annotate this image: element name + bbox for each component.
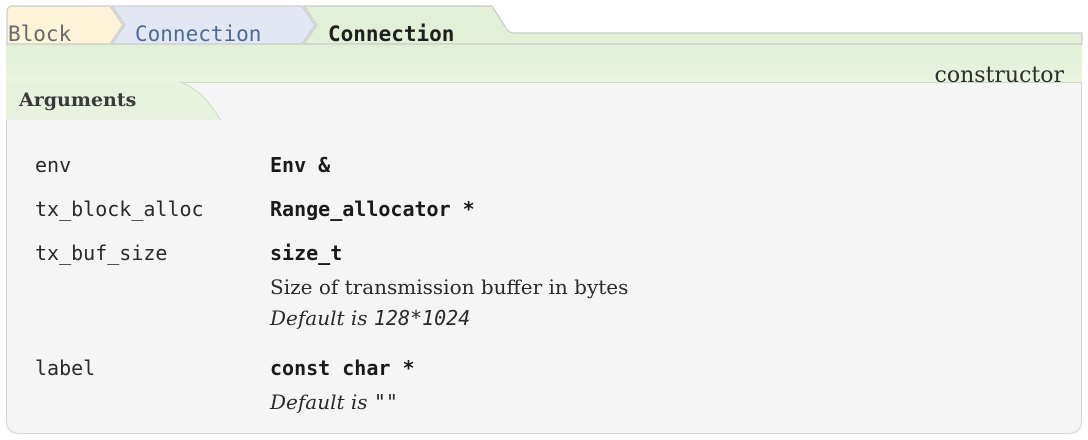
argument-type: Range_allocator * [270, 197, 475, 221]
default-value: "" [373, 390, 398, 414]
breadcrumb [6, 5, 1083, 120]
argument-type: Env & [270, 153, 331, 177]
member-kind: constructor [934, 63, 1064, 88]
breadcrumb-item-block[interactable]: Block [8, 22, 71, 46]
breadcrumb-item-connection[interactable]: Connection [135, 22, 261, 46]
default-prefix: Default is [270, 306, 368, 330]
breadcrumb-item-current: Connection [328, 22, 455, 46]
argument-type: const char * [270, 356, 415, 380]
default-prefix: Default is [270, 390, 368, 414]
argument-name: env [35, 153, 72, 177]
argument-default: Default is "" [270, 390, 398, 414]
argument-name: tx_block_alloc [35, 197, 204, 221]
argument-name: tx_buf_size [35, 241, 168, 265]
argument-name: label [35, 356, 96, 380]
argument-description: Size of transmission buffer in bytes [270, 275, 629, 299]
default-value: 128*1024 [373, 306, 471, 330]
arguments-heading: Arguments [19, 89, 137, 111]
argument-default: Default is 128*1024 [270, 306, 470, 330]
argument-type: size_t [270, 241, 343, 265]
